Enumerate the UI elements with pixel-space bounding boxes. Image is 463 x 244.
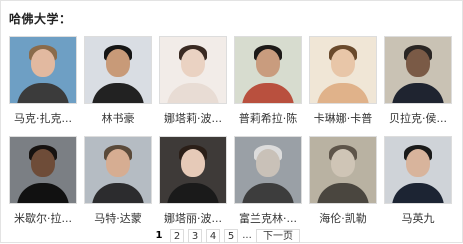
person-card[interactable]: 林书豪 bbox=[84, 36, 152, 126]
page-link-4[interactable]: 4 bbox=[206, 229, 220, 243]
person-card[interactable]: 贝拉克·侯... bbox=[384, 36, 452, 126]
person-photo[interactable] bbox=[384, 36, 452, 104]
person-photo[interactable] bbox=[234, 36, 302, 104]
photo-figure-head bbox=[406, 149, 430, 177]
person-name-link[interactable]: 卡琳娜·卡普 bbox=[309, 110, 377, 126]
photo-figure-head bbox=[181, 149, 205, 177]
page-link-5[interactable]: 5 bbox=[224, 229, 238, 243]
person-name-link[interactable]: 马特·达蒙 bbox=[84, 210, 152, 226]
photo-figure-head bbox=[256, 149, 280, 177]
people-grid: 马克·扎克... 林书豪 娜塔莉·波... 普莉希拉·陈 卡琳娜·卡普 贝拉克·侯... 米… bbox=[9, 36, 452, 226]
page-link-2[interactable]: 2 bbox=[170, 229, 184, 243]
page-link-3[interactable]: 3 bbox=[188, 229, 202, 243]
person-card[interactable]: 海伦·凯勒 bbox=[309, 136, 377, 226]
person-photo[interactable] bbox=[159, 136, 227, 204]
photo-figure-head bbox=[106, 149, 130, 177]
photo-figure-head bbox=[406, 49, 430, 77]
person-photo[interactable] bbox=[84, 36, 152, 104]
person-name-link[interactable]: 普莉希拉·陈 bbox=[234, 110, 302, 126]
person-photo[interactable] bbox=[309, 36, 377, 104]
person-photo[interactable] bbox=[159, 36, 227, 104]
person-name-link[interactable]: 富兰克林·... bbox=[234, 210, 302, 226]
person-photo[interactable] bbox=[384, 136, 452, 204]
person-card[interactable]: 卡琳娜·卡普 bbox=[309, 36, 377, 126]
person-photo[interactable] bbox=[9, 136, 77, 204]
person-card[interactable]: 娜塔丽·波... bbox=[159, 136, 227, 226]
person-card[interactable]: 米歇尔·拉... bbox=[9, 136, 77, 226]
next-page-button[interactable]: 下一页 bbox=[256, 229, 300, 243]
photo-figure-head bbox=[331, 49, 355, 77]
person-photo[interactable] bbox=[234, 136, 302, 204]
person-card[interactable]: 普莉希拉·陈 bbox=[234, 36, 302, 126]
person-name-link[interactable]: 林书豪 bbox=[84, 110, 152, 126]
photo-figure-head bbox=[181, 49, 205, 77]
page-current[interactable]: 1 bbox=[152, 229, 166, 243]
person-name-link[interactable]: 娜塔丽·波... bbox=[159, 210, 227, 226]
section-title: 哈佛大学： bbox=[9, 12, 72, 26]
photo-figure-head bbox=[256, 49, 280, 77]
person-photo[interactable] bbox=[84, 136, 152, 204]
person-photo[interactable] bbox=[309, 136, 377, 204]
photo-figure-head bbox=[106, 49, 130, 77]
person-name-link[interactable]: 米歇尔·拉... bbox=[9, 210, 77, 226]
person-name-link[interactable]: 娜塔莉·波... bbox=[159, 110, 227, 126]
person-name-link[interactable]: 海伦·凯勒 bbox=[309, 210, 377, 226]
person-name-link[interactable]: 贝拉克·侯... bbox=[384, 110, 452, 126]
photo-figure-head bbox=[31, 149, 55, 177]
person-card[interactable]: 娜塔莉·波... bbox=[159, 36, 227, 126]
person-card[interactable]: 马英九 bbox=[384, 136, 452, 226]
person-name-link[interactable]: 马克·扎克... bbox=[9, 110, 77, 126]
photo-figure-head bbox=[331, 149, 355, 177]
person-card[interactable]: 马克·扎克... bbox=[9, 36, 77, 126]
photo-figure-head bbox=[31, 49, 55, 77]
person-card[interactable]: 富兰克林·... bbox=[234, 136, 302, 226]
pagination-ellipsis: ... bbox=[242, 230, 252, 241]
person-card[interactable]: 马特·达蒙 bbox=[84, 136, 152, 226]
person-photo[interactable] bbox=[9, 36, 77, 104]
person-name-link[interactable]: 马英九 bbox=[384, 210, 452, 226]
pagination: 1 2 3 4 5... 下一页 bbox=[152, 229, 300, 243]
